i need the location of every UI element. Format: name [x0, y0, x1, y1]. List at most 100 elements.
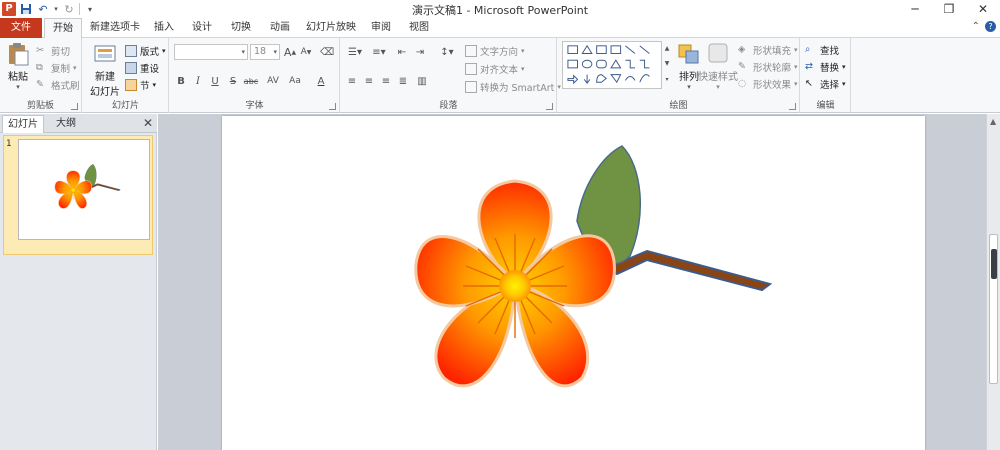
close-pane-icon[interactable]: ✕	[143, 116, 153, 130]
justify-icon[interactable]: ≣	[396, 74, 410, 88]
italic-button[interactable]: I	[191, 74, 205, 88]
copy-icon: ⧉	[36, 62, 43, 73]
tab-animations[interactable]: 动画	[264, 18, 296, 38]
slide-thumbnail-selected[interactable]: 1	[3, 135, 153, 255]
tab-slideshow[interactable]: 幻灯片放映	[302, 18, 360, 38]
change-case-button[interactable]: Aa	[286, 74, 304, 88]
group-clipboard: 粘贴 ▾ ✂ 剪切 ⧉ 复制 ▾ ✎ 格式刷 剪贴板	[0, 38, 82, 113]
text-direction-button[interactable]: 文字方向 ▾	[465, 44, 525, 58]
minimize-icon[interactable]: ─	[898, 0, 932, 18]
flower-illustration[interactable]	[222, 116, 925, 450]
align-right-icon[interactable]: ≡	[379, 74, 393, 88]
copy-dropdown-icon[interactable]: ▾	[73, 64, 77, 72]
font-size-value: 18	[254, 46, 267, 57]
tab-new-tab[interactable]: 新建选项卡	[85, 18, 145, 38]
smartart-icon	[465, 81, 477, 93]
minimize-ribbon-icon[interactable]: ⌃	[972, 21, 980, 32]
format-painter-label: 格式刷	[51, 81, 80, 92]
grow-font-button[interactable]: A ▲	[283, 45, 297, 59]
char-spacing-button[interactable]: AV	[264, 74, 282, 88]
font-color-button[interactable]: A	[314, 74, 328, 88]
font-name-dropdown-icon[interactable]: ▾	[241, 45, 245, 59]
tab-view[interactable]: 视图	[403, 18, 435, 38]
font-size-combo[interactable]: 18 ▾	[250, 44, 280, 60]
font-group-label: 字体	[245, 101, 264, 111]
pen-icon: ✎	[738, 61, 746, 72]
paste-dropdown-icon[interactable]: ▾	[16, 83, 20, 91]
shape-fill-button[interactable]: ◈ 形状填充 ▾	[738, 43, 798, 57]
bullets-icon[interactable]: ☰▾	[345, 45, 365, 59]
restore-icon[interactable]: ❐	[932, 0, 966, 18]
shadow-button[interactable]: abc	[242, 74, 260, 88]
reset-button[interactable]: 重设	[125, 61, 159, 75]
vertical-scrollbar[interactable]: ▲	[986, 114, 1000, 450]
section-button[interactable]: 节 ▾	[125, 78, 156, 92]
find-button[interactable]: ⌕ 查找	[805, 43, 839, 57]
title-bar: P ↶ ▾ ↻ ▾ 演示文稿1 - Microsoft PowerPoint ─…	[0, 0, 1000, 18]
grow-font-label: A	[283, 45, 292, 59]
font-launcher-icon[interactable]	[329, 103, 336, 110]
line-spacing-icon[interactable]: ↕▾	[437, 45, 457, 59]
close-icon[interactable]: ✕	[966, 0, 1000, 18]
strikethrough-button[interactable]: S	[226, 74, 240, 88]
section-icon	[125, 79, 137, 91]
slide-thumbnail[interactable]	[18, 139, 150, 240]
underline-button[interactable]: U	[208, 74, 222, 88]
numbering-icon[interactable]: ≡▾	[369, 45, 389, 59]
layout-button[interactable]: 版式 ▾	[125, 44, 166, 58]
help-icon[interactable]: ?	[985, 21, 996, 32]
tab-review[interactable]: 审阅	[365, 18, 397, 38]
scrollbar-grip[interactable]	[991, 249, 997, 279]
layout-dropdown-icon[interactable]: ▾	[162, 47, 166, 55]
convert-smartart-button[interactable]: 转换为 SmartArt ▾	[465, 80, 561, 94]
paragraph-launcher-icon[interactable]	[546, 103, 553, 110]
tab-design[interactable]: 设计	[186, 18, 218, 38]
font-name-combo[interactable]: ▾	[174, 44, 248, 60]
copy-button[interactable]: ⧉ 复制 ▾	[36, 61, 77, 75]
section-dropdown-icon[interactable]: ▾	[153, 81, 157, 89]
paint-bucket-icon: ◈	[738, 44, 746, 55]
slide-canvas[interactable]	[222, 116, 925, 450]
increase-indent-icon[interactable]: ⇥	[413, 45, 427, 59]
cut-label: 剪切	[51, 47, 71, 58]
replace-button[interactable]: ⇄ 替换 ▾	[805, 60, 846, 74]
font-size-dropdown-icon[interactable]: ▾	[273, 45, 277, 59]
decrease-indent-icon[interactable]: ⇤	[395, 45, 409, 59]
clipboard-launcher-icon[interactable]	[71, 103, 78, 110]
align-center-icon[interactable]: ≡	[362, 74, 376, 88]
bold-button[interactable]: B	[174, 74, 188, 88]
shapes-gallery[interactable]	[562, 41, 662, 89]
slide-editing-area	[158, 114, 986, 450]
shape-outline-button[interactable]: ✎ 形状轮廓 ▾	[738, 60, 798, 74]
arrange-label: 排列	[679, 72, 699, 83]
shapes-more-icon[interactable]: ▾	[663, 72, 671, 86]
slides-pane-tabs: 幻灯片 大纲 ✕	[0, 114, 157, 133]
align-text-button[interactable]: 对齐文本 ▾	[465, 62, 525, 76]
tab-transitions[interactable]: 切换	[225, 18, 257, 38]
shapes-scroll-down-icon[interactable]: ▼	[663, 56, 671, 70]
align-left-icon[interactable]: ≡	[345, 74, 359, 88]
layout-icon	[125, 45, 137, 57]
shape-effects-button[interactable]: ◌ 形状效果 ▾	[738, 77, 798, 91]
tab-outline[interactable]: 大纲	[46, 115, 86, 133]
quick-styles-icon	[708, 43, 728, 63]
drawing-launcher-icon[interactable]	[789, 103, 796, 110]
shapes-scroll-up-icon[interactable]: ▲	[663, 41, 671, 55]
cut-button[interactable]: ✂ 剪切	[36, 44, 70, 58]
select-button[interactable]: ↖ 选择 ▾	[805, 77, 846, 91]
shape-fill-label: 形状填充	[753, 46, 792, 57]
clear-format-icon[interactable]: ⌫	[320, 45, 334, 59]
new-slide-button[interactable]: 新建 幻灯片	[87, 42, 123, 98]
tab-slides[interactable]: 幻灯片	[2, 115, 44, 133]
replace-label: 替换	[820, 63, 840, 74]
paste-button[interactable]: 粘贴 ▾	[4, 42, 32, 91]
scroll-up-icon[interactable]: ▲	[990, 117, 996, 126]
columns-icon[interactable]: ▥	[415, 74, 429, 88]
tab-insert[interactable]: 插入	[148, 18, 180, 38]
tab-file[interactable]: 文件	[0, 18, 42, 38]
quick-styles-button[interactable]: 快速样式 ▾	[698, 42, 738, 91]
shrink-font-button[interactable]: A ▼	[299, 45, 313, 59]
format-painter-button[interactable]: ✎ 格式刷	[36, 78, 80, 92]
tab-home[interactable]: 开始	[44, 18, 82, 39]
ribbon-controls: ⌃ ?	[972, 21, 996, 32]
